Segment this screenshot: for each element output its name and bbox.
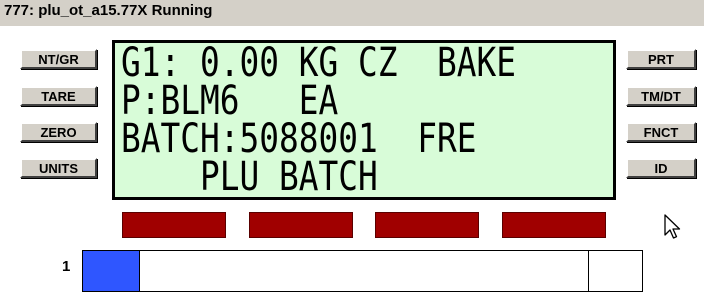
id-button[interactable]: ID — [626, 158, 696, 178]
prt-button[interactable]: PRT — [626, 49, 696, 69]
indicator-lamp-3 — [375, 212, 479, 238]
mouse-pointer-icon — [664, 214, 681, 239]
progress-index-label: 1 — [62, 258, 71, 275]
tare-button[interactable]: TARE — [20, 86, 97, 106]
zero-button[interactable]: ZERO — [20, 122, 97, 142]
fnct-button[interactable]: FNCT — [626, 122, 696, 142]
progress-bar-divider — [588, 251, 589, 291]
display-line-mode: PLU BATCH — [121, 154, 378, 200]
display-line-batch: BATCH:5088001 FRE — [121, 116, 477, 162]
indicator-lamp-2 — [249, 212, 353, 238]
display-line-weight: G1: 0.00 KG CZ BAKE — [121, 40, 516, 86]
window-title: 777: plu_ot_a15.77X Running — [0, 0, 704, 26]
tm-dt-button[interactable]: TM/DT — [626, 86, 696, 106]
scale-display: G1: 0.00 KG CZ BAKE P:BLM6 EA BATCH:5088… — [112, 40, 616, 200]
indicator-lamp-1 — [122, 212, 226, 238]
progress-bar-fill — [83, 251, 140, 291]
nt-gr-button[interactable]: NT/GR — [20, 49, 97, 69]
units-button[interactable]: UNITS — [20, 158, 97, 178]
indicator-lamp-4 — [502, 212, 606, 238]
display-line-plu: P:BLM6 EA — [121, 78, 339, 124]
progress-bar — [82, 250, 643, 292]
